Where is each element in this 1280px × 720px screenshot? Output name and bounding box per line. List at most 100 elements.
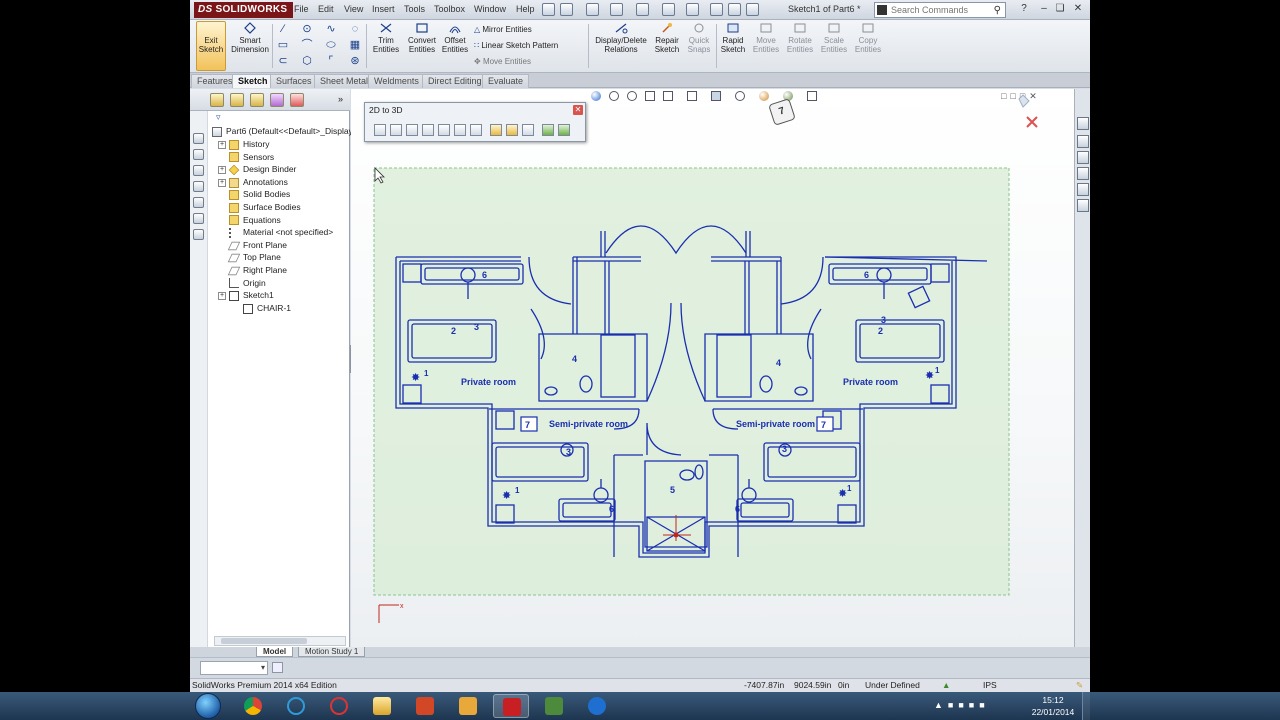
line-tool-icon[interactable]: ∕ — [276, 23, 290, 35]
expand-toggle-icon[interactable]: + — [218, 291, 226, 300]
fillet-tool-icon[interactable]: ⌜ — [324, 55, 338, 67]
select-icon[interactable] — [686, 3, 699, 16]
new-document-icon[interactable] — [560, 3, 573, 16]
appearances-icon[interactable] — [1077, 183, 1089, 196]
arc-tool-icon[interactable]: ⌒ — [300, 39, 314, 51]
tree-item-history[interactable]: + History — [218, 138, 269, 151]
property-manager-tab-icon[interactable] — [230, 93, 244, 107]
taskbar-outlook[interactable] — [450, 694, 486, 718]
taskbar-explorer[interactable] — [364, 694, 400, 718]
menu-help[interactable]: Help — [516, 4, 535, 14]
tree-item-right-plane[interactable]: Right Plane — [218, 264, 287, 277]
menu-tools[interactable]: Tools — [404, 4, 425, 14]
units-selector[interactable]: IPS — [983, 679, 997, 692]
trim-entities-button[interactable]: Trim Entities — [370, 22, 402, 54]
repair-sketch-button[interactable]: Repair Sketch — [652, 22, 682, 54]
menu-insert[interactable]: Insert — [372, 4, 395, 14]
minimize-button[interactable]: – — [1038, 3, 1050, 15]
taskbar-app-snow[interactable] — [579, 694, 615, 718]
dimxpert-tab-icon[interactable] — [270, 93, 284, 107]
menu-toolbox[interactable]: Toolbox — [434, 4, 465, 14]
scrollbar-thumb[interactable] — [221, 638, 307, 644]
tree-item-design-binder[interactable]: + Design Binder — [218, 163, 296, 176]
offset-entities-button[interactable]: Offset Entities — [440, 22, 470, 54]
mirror-entities-button[interactable]: △ Mirror Entities — [474, 25, 532, 34]
pin-icon[interactable] — [542, 3, 555, 16]
tree-item-annotations[interactable]: + Annotations — [218, 176, 288, 189]
appearance-icon[interactable] — [193, 165, 204, 176]
rebuild-icon[interactable] — [710, 3, 723, 16]
tree-item-surface-bodies[interactable]: Surface Bodies — [218, 201, 301, 214]
filter-icon[interactable]: ▿ — [216, 113, 226, 122]
search-commands-box[interactable]: ⚲ — [874, 2, 1006, 18]
floor-plan-sketch[interactable]: Private room Private room Semi-private r… — [351, 89, 1074, 647]
scale-entities-button[interactable]: Scale Entities — [818, 22, 850, 54]
taskbar-app-dw[interactable] — [536, 694, 572, 718]
linear-sketch-pattern-button[interactable]: ∷ Linear Sketch Pattern — [474, 41, 558, 50]
tree-item-front-plane[interactable]: Front Plane — [218, 239, 287, 252]
taskbar-chrome[interactable] — [235, 694, 271, 718]
config-options-icon[interactable] — [272, 662, 283, 673]
tab-surfaces[interactable]: Surfaces — [270, 74, 318, 88]
help-icon[interactable]: ? — [1018, 3, 1030, 15]
slot-tool-icon[interactable]: ⊂ — [276, 55, 290, 67]
notes-icon[interactable]: ✎ — [1076, 679, 1083, 692]
tree-item-material-not-specified[interactable]: Material <not specified> — [218, 226, 333, 239]
search-input[interactable] — [891, 4, 987, 16]
display-style-icon[interactable] — [193, 197, 204, 208]
hide-show-icon[interactable] — [193, 149, 204, 160]
tree-item-equations[interactable]: Equations — [218, 214, 281, 227]
tab-motion-study-1[interactable]: Motion Study 1 — [298, 647, 366, 657]
tree-item-solid-bodies[interactable]: Solid Bodies — [218, 188, 290, 201]
tree-root-part6[interactable]: Part6 (Default<<Default>_Display — [212, 125, 353, 138]
tree-horizontal-scrollbar[interactable] — [214, 636, 346, 646]
show-desktop-button[interactable] — [1082, 692, 1090, 720]
menu-view[interactable]: View — [344, 4, 363, 14]
search-icon[interactable]: ⚲ — [994, 5, 1001, 16]
tree-display-icon[interactable] — [193, 133, 204, 144]
circle-tool-icon[interactable]: ⊙ — [300, 23, 314, 35]
expand-toggle-icon[interactable]: + — [218, 178, 226, 187]
tree-item-sketch1[interactable]: + Sketch1 — [218, 289, 274, 302]
start-button[interactable] — [195, 693, 221, 719]
tab-weldments[interactable]: Weldments — [368, 74, 425, 88]
smart-dimension-button[interactable]: Smart Dimension — [230, 22, 270, 54]
tree-item-sensors[interactable]: Sensors — [218, 151, 274, 164]
tab-model[interactable]: Model — [256, 647, 294, 657]
point-tool-icon[interactable]: ◌ — [348, 23, 362, 35]
custom-properties-icon[interactable] — [1077, 199, 1089, 212]
file-properties-icon[interactable] — [728, 3, 741, 16]
collapse-arrow-icon[interactable]: » — [338, 94, 343, 104]
menu-edit[interactable]: Edit — [318, 4, 334, 14]
menu-window[interactable]: Window — [474, 4, 506, 14]
menu-file[interactable]: File — [294, 4, 309, 14]
open-icon[interactable] — [586, 3, 599, 16]
graphics-area[interactable]: □□□✕ 7 2D to 3D ✕ Private room Private r… — [351, 89, 1074, 647]
clock[interactable]: 15:12 22/01/2014 — [1026, 694, 1080, 718]
design-library-icon[interactable] — [1077, 135, 1089, 148]
copy-entities-button[interactable]: Copy Entities — [852, 22, 884, 54]
solidworks-resources-icon[interactable] — [1077, 117, 1089, 130]
rebuild-status-icon[interactable]: ▲ — [942, 679, 950, 692]
restore-button[interactable]: ❏ — [1054, 3, 1066, 15]
feature-manager-tab-icon[interactable] — [210, 93, 224, 107]
solidworks-logo[interactable]: DS SOLIDWORKS — [194, 2, 294, 18]
taskbar-app-green[interactable] — [278, 694, 314, 718]
move-entities-button[interactable]: Move Entities — [750, 22, 782, 54]
polygon-tool-icon[interactable]: ⬡ — [300, 55, 314, 67]
rectangle-tool-icon[interactable]: ▭ — [276, 39, 290, 51]
view-orientation-icon[interactable] — [193, 213, 204, 224]
tree-item-origin[interactable]: Origin — [218, 277, 266, 290]
print-icon[interactable] — [636, 3, 649, 16]
expand-toggle-icon[interactable]: + — [218, 140, 226, 149]
move-entities-small-button[interactable]: ✥ Move Entities — [474, 57, 531, 66]
tab-sheet-metal[interactable]: Sheet Metal — [314, 74, 375, 88]
close-button[interactable]: ✕ — [1072, 3, 1084, 15]
text-tool-icon[interactable]: ⊛ — [348, 55, 362, 67]
convert-entities-button[interactable]: Convert Entities — [404, 22, 440, 54]
tab-direct-editing[interactable]: Direct Editing — [422, 74, 488, 88]
quick-snaps-button[interactable]: Quick Snaps — [684, 22, 714, 54]
system-tray[interactable]: ▲■■■■ — [934, 700, 990, 710]
taskbar-app-red[interactable] — [321, 694, 357, 718]
rapid-sketch-button[interactable]: Rapid Sketch — [718, 22, 748, 54]
